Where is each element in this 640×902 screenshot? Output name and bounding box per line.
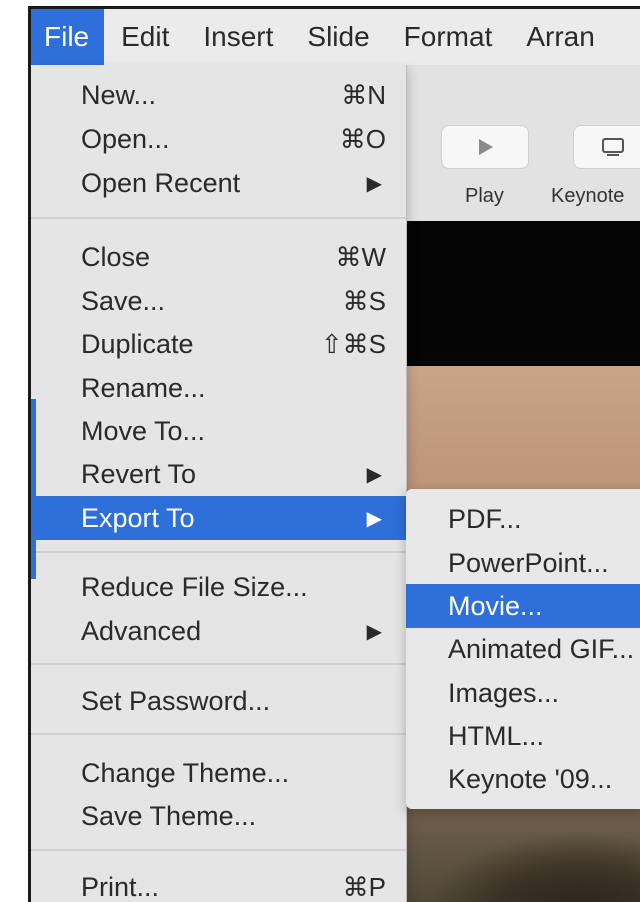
- menu-item-close[interactable]: Close ⌘W: [31, 235, 406, 279]
- submenu-item-label: Movie...: [448, 590, 543, 621]
- submenu-item-html[interactable]: HTML...: [406, 714, 640, 758]
- play-label: Play: [465, 185, 504, 207]
- submenu-item-label: Animated GIF...: [448, 633, 635, 664]
- display-icon: [602, 138, 624, 156]
- submenu-arrow-icon: ▶: [366, 507, 382, 530]
- shortcut-label: ⇧⌘S: [320, 328, 386, 359]
- menu-item-advanced[interactable]: Advanced ▶: [31, 609, 406, 653]
- menu-item-label: Print...: [81, 871, 160, 902]
- shortcut-label: ⌘N: [341, 79, 386, 110]
- menu-separator: [31, 217, 406, 219]
- submenu-item-label: HTML...: [448, 720, 545, 751]
- submenu-item-label: PowerPoint...: [448, 547, 609, 578]
- menu-item-open[interactable]: Open... ⌘O: [31, 117, 406, 161]
- submenu-arrow-icon: ▶: [366, 620, 382, 643]
- menu-item-label: Duplicate: [81, 328, 194, 359]
- menu-item-revert-to[interactable]: Revert To ▶: [31, 452, 406, 496]
- menu-item-open-recent[interactable]: Open Recent ▶: [31, 161, 406, 205]
- keynote-live-button[interactable]: [573, 125, 640, 169]
- menu-item-print[interactable]: Print... ⌘P: [31, 865, 406, 902]
- menu-file[interactable]: File: [31, 9, 105, 65]
- submenu-arrow-icon: ▶: [366, 172, 382, 195]
- submenu-item-label: Images...: [448, 677, 560, 708]
- shortcut-label: ⌘W: [335, 241, 386, 272]
- menu-item-rename[interactable]: Rename...: [31, 366, 406, 410]
- menu-item-change-theme[interactable]: Change Theme...: [31, 751, 406, 795]
- menu-item-label: Rename...: [81, 372, 206, 403]
- menu-item-save-theme[interactable]: Save Theme...: [31, 794, 406, 838]
- menu-insert[interactable]: Insert: [186, 9, 290, 65]
- menu-item-set-password[interactable]: Set Password...: [31, 679, 406, 723]
- menu-item-label: Reduce File Size...: [81, 571, 308, 602]
- menu-item-label: Revert To: [81, 458, 197, 489]
- submenu-arrow-icon: ▶: [366, 463, 382, 486]
- menu-item-label: Close: [81, 241, 151, 272]
- slide-canvas-top: [406, 221, 640, 366]
- submenu-item-movie[interactable]: Movie...: [406, 584, 640, 628]
- shortcut-label: ⌘S: [342, 285, 386, 316]
- menu-item-save[interactable]: Save... ⌘S: [31, 279, 406, 323]
- menu-item-label: Save Theme...: [81, 800, 257, 831]
- shortcut-label: ⌘P: [342, 871, 386, 902]
- menu-item-reduce-file-size[interactable]: Reduce File Size...: [31, 565, 406, 609]
- submenu-item-keynote-09[interactable]: Keynote '09...: [406, 757, 640, 801]
- menu-slide[interactable]: Slide: [290, 9, 386, 65]
- submenu-item-powerpoint[interactable]: PowerPoint...: [406, 541, 640, 585]
- menu-item-export-to[interactable]: Export To ▶: [31, 496, 406, 540]
- submenu-item-images[interactable]: Images...: [406, 671, 640, 715]
- menu-item-move-to[interactable]: Move To...: [31, 409, 406, 453]
- menu-item-label: Advanced: [81, 615, 202, 646]
- menu-format[interactable]: Format: [387, 9, 510, 65]
- shortcut-label: ⌘O: [339, 123, 386, 154]
- keynote-label: Keynote: [551, 185, 625, 207]
- menu-separator: [31, 551, 406, 553]
- play-icon: [479, 139, 493, 155]
- menu-separator: [31, 733, 406, 735]
- menu-item-label: Export To: [81, 502, 195, 533]
- menu-separator: [31, 663, 406, 665]
- menu-separator: [31, 849, 406, 851]
- menu-item-label: Set Password...: [81, 685, 271, 716]
- file-menu: New... ⌘N Open... ⌘O Open Recent ▶ Close…: [31, 65, 407, 902]
- menu-item-label: Change Theme...: [81, 757, 290, 788]
- menu-item-duplicate[interactable]: Duplicate ⇧⌘S: [31, 322, 406, 366]
- menu-item-label: Move To...: [81, 415, 206, 446]
- menu-item-label: Save...: [81, 285, 166, 316]
- submenu-item-animated-gif[interactable]: Animated GIF...: [406, 627, 640, 671]
- play-button[interactable]: [441, 125, 529, 169]
- submenu-item-label: PDF...: [448, 503, 522, 534]
- app-window: File Edit Insert Slide Format Arran Play…: [28, 6, 640, 902]
- export-submenu: PDF... PowerPoint... Movie... Animated G…: [406, 489, 640, 809]
- menu-item-label: New...: [81, 79, 157, 110]
- submenu-item-label: Keynote '09...: [448, 763, 613, 794]
- menu-item-label: Open...: [81, 123, 170, 154]
- menu-arrange[interactable]: Arran: [509, 9, 611, 65]
- menu-edit[interactable]: Edit: [104, 9, 186, 65]
- menu-item-label: Open Recent: [81, 167, 241, 198]
- submenu-item-pdf[interactable]: PDF...: [406, 497, 640, 541]
- menu-item-new[interactable]: New... ⌘N: [31, 73, 406, 117]
- menu-bar: File Edit Insert Slide Format Arran: [31, 9, 640, 66]
- window-edge-highlight: [31, 399, 36, 579]
